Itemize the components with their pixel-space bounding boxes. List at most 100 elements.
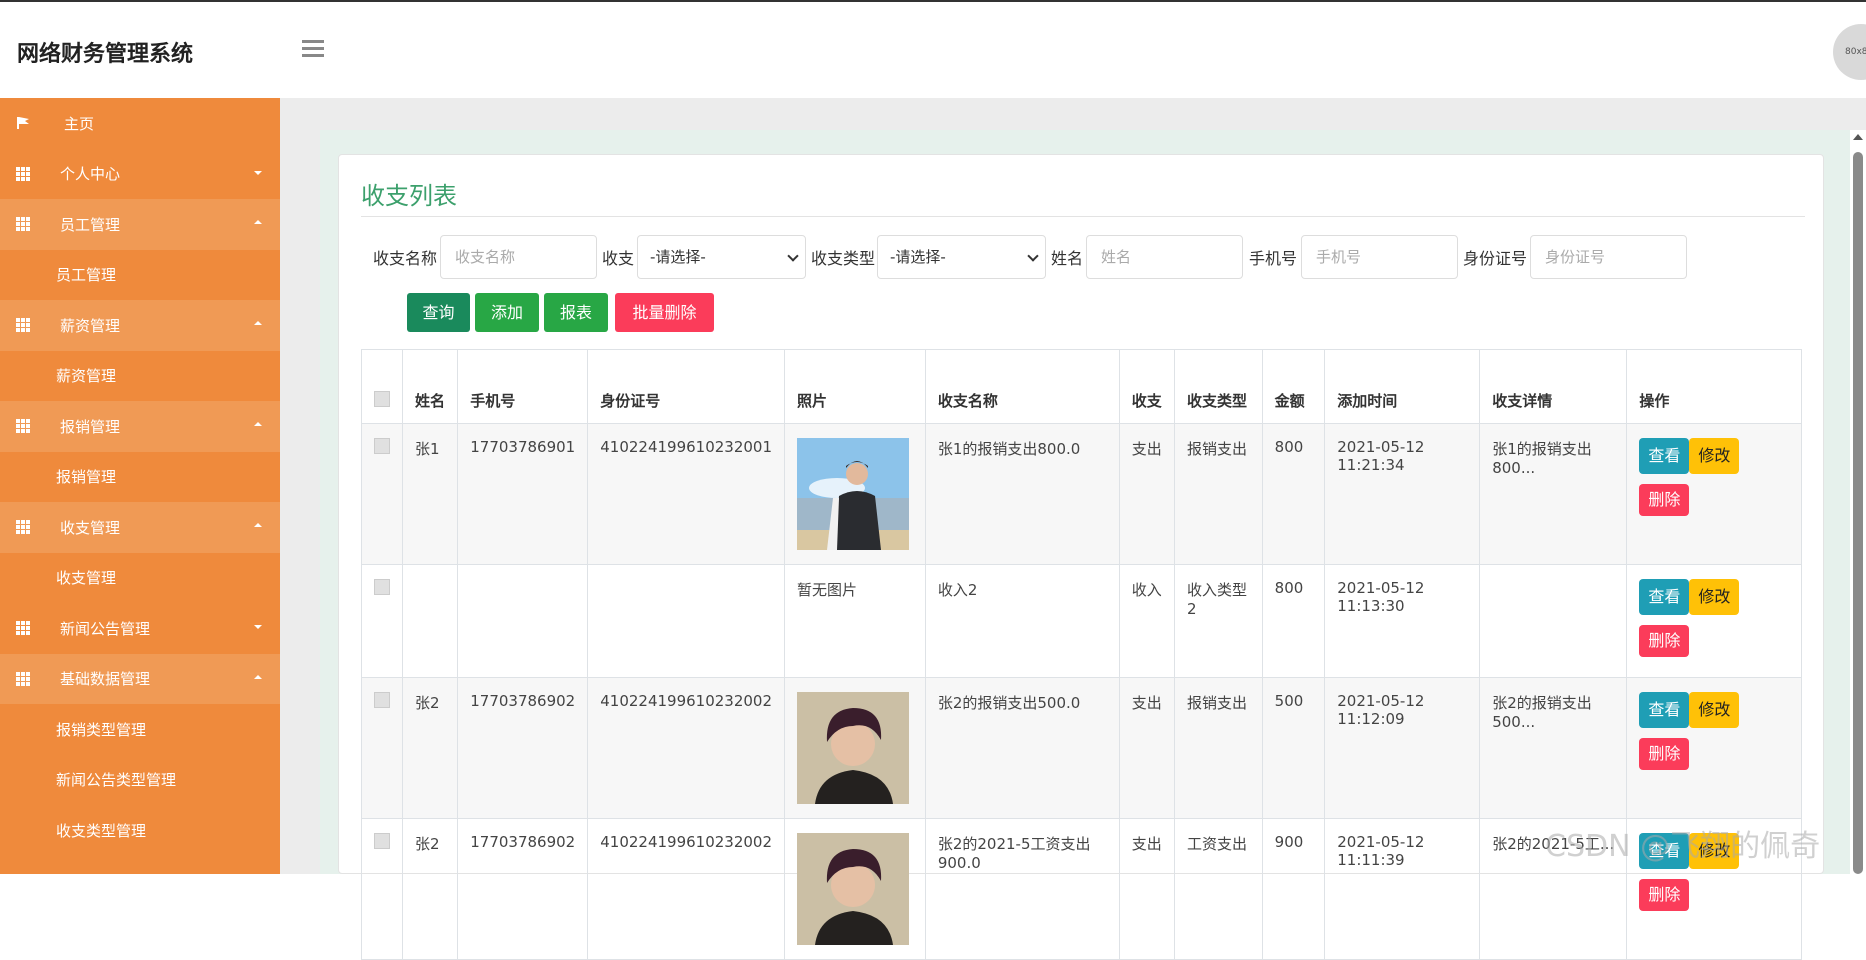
watermark: CSDN @飞翔的佩奇 xyxy=(1545,829,1821,864)
sidebar-subitem[interactable]: 收支类型管理 xyxy=(0,805,280,856)
select-cell[interactable] xyxy=(361,818,403,960)
filter-name-label: 收支名称 xyxy=(373,249,438,268)
col-header: 收支类型 xyxy=(1174,349,1263,424)
sidebar-subitem[interactable]: 员工管理 xyxy=(0,250,280,301)
sidebar-subitem[interactable]: 新闻公告类型管理 xyxy=(0,755,280,806)
select-cell[interactable] xyxy=(361,677,403,819)
vertical-scrollbar[interactable] xyxy=(1850,130,1866,874)
cell-text: 张2的2021-5工资支出900.0 xyxy=(937,835,1091,872)
sidebar-item[interactable]: 薪资管理 xyxy=(0,300,280,351)
filter-io-label: 收支 xyxy=(602,249,635,268)
cell-text: 2021-05-12 11:12:09 xyxy=(1337,692,1425,728)
edit-button[interactable]: 修改 xyxy=(1689,438,1740,474)
row-checkbox[interactable] xyxy=(374,579,390,595)
filter-phone-input[interactable]: 手机号 xyxy=(1301,235,1458,279)
type-cell: 报销支出 xyxy=(1174,677,1263,819)
edit-button[interactable]: 修改 xyxy=(1689,692,1740,728)
sidebar-subitem[interactable]: 收支管理 xyxy=(0,553,280,604)
sidebar-item-label: 新闻公告管理 xyxy=(60,619,151,638)
filter-io-select[interactable]: -请选择- xyxy=(637,235,806,279)
scroll-up-arrow-icon[interactable] xyxy=(1853,134,1863,140)
col-header: 收支详情 xyxy=(1479,349,1628,424)
sidebar-item[interactable]: 个人中心 xyxy=(0,149,280,200)
add-button[interactable]: 添加 xyxy=(475,293,539,332)
hamburger-menu-icon[interactable] xyxy=(302,40,324,57)
io-cell: 支出 xyxy=(1118,423,1176,565)
sidebar-subitem[interactable]: 薪资管理 xyxy=(0,351,280,402)
cell-text: 张1的报销支出800... xyxy=(1492,440,1592,477)
amount-cell: 900 xyxy=(1261,818,1326,960)
sidebar-item-label: 薪资管理 xyxy=(60,316,121,335)
delete-button[interactable]: 删除 xyxy=(1639,738,1690,770)
filter-type-value: -请选择- xyxy=(890,248,946,266)
sidebar-item[interactable]: 报销管理 xyxy=(0,401,280,452)
cell-text: 900 xyxy=(1274,833,1304,851)
sidebar-item[interactable]: 员工管理 xyxy=(0,199,280,250)
select-all-checkbox[interactable] xyxy=(374,391,390,407)
scrollbar-thumb[interactable] xyxy=(1853,152,1863,874)
select-cell[interactable] xyxy=(361,423,403,565)
detail-cell: 张1的报销支出800... xyxy=(1479,423,1628,565)
time-cell: 2021-05-12 11:11:39 xyxy=(1324,818,1481,960)
batch-delete-button[interactable]: 批量删除 xyxy=(615,293,714,332)
filter-id-label: 身份证号 xyxy=(1463,249,1528,268)
sidebar-item[interactable]: 基础数据管理 xyxy=(0,653,280,704)
id-cell xyxy=(587,564,786,678)
filter-id-input[interactable]: 身份证号 xyxy=(1530,235,1687,279)
view-button[interactable]: 查看 xyxy=(1639,692,1690,728)
cell-text: 支出 xyxy=(1131,835,1162,853)
caret-up-icon xyxy=(254,422,262,426)
view-button[interactable]: 查看 xyxy=(1639,579,1690,615)
sidebar-item-label: 报销类型管理 xyxy=(56,720,147,739)
row-checkbox[interactable] xyxy=(374,692,390,708)
cell-text: 工资支出 xyxy=(1187,835,1248,853)
phone-cell: 17703786902 xyxy=(457,818,589,960)
edit-button[interactable]: 修改 xyxy=(1689,579,1740,615)
title-cell: 张2的报销支出500.0 xyxy=(924,677,1120,819)
cell-text: 报销支出 xyxy=(1187,440,1248,458)
sidebar-subitem[interactable]: 报销类型管理 xyxy=(0,704,280,755)
select-cell[interactable] xyxy=(361,564,403,678)
ops-cell: 查看 修改删除 xyxy=(1626,564,1802,678)
sidebar-subitem[interactable]: 报销管理 xyxy=(0,452,280,503)
caret-down-icon xyxy=(254,625,262,629)
photo-image xyxy=(797,438,913,550)
select-all-header[interactable] xyxy=(361,349,403,424)
name-cell xyxy=(401,564,459,678)
sidebar-item-label: 个人中心 xyxy=(60,165,121,184)
sidebar-item[interactable]: 收支管理 xyxy=(0,502,280,553)
row-checkbox[interactable] xyxy=(374,438,390,454)
sidebar-item[interactable]: 主页 xyxy=(0,98,280,149)
cell-text: 410224199610232002 xyxy=(600,833,773,851)
query-button[interactable]: 查询 xyxy=(407,293,470,332)
cell-text: 17703786902 xyxy=(470,833,576,851)
type-cell: 工资支出 xyxy=(1174,818,1263,960)
sidebar-item[interactable]: 新闻公告管理 xyxy=(0,603,280,654)
caret-up-icon xyxy=(254,220,262,224)
io-cell: 支出 xyxy=(1118,677,1176,819)
delete-button[interactable]: 删除 xyxy=(1639,879,1690,911)
avatar[interactable]: 80x80 xyxy=(1833,24,1866,80)
row-checkbox[interactable] xyxy=(374,833,390,849)
amount-cell: 800 xyxy=(1261,564,1326,678)
view-button[interactable]: 查看 xyxy=(1639,438,1690,474)
photo-image xyxy=(797,692,913,804)
grid-icon xyxy=(16,520,30,535)
id-cell: 410224199610232002 xyxy=(587,677,786,819)
cell-text: 2021-05-12 11:21:34 xyxy=(1337,438,1425,474)
top-bar: 网络财务管理系统 80x80 xyxy=(0,2,1866,98)
sidebar-item-label: 收支管理 xyxy=(56,569,117,588)
title-cell: 张1的报销支出800.0 xyxy=(924,423,1120,565)
sidebar-item-label: 薪资管理 xyxy=(56,367,117,386)
filter-person-label: 姓名 xyxy=(1051,249,1084,268)
photo-cell xyxy=(784,818,926,960)
filter-name-input[interactable]: 收支名称 xyxy=(440,235,597,279)
delete-button[interactable]: 删除 xyxy=(1639,625,1690,657)
app-title: 网络财务管理系统 xyxy=(17,42,194,67)
report-button[interactable]: 报表 xyxy=(544,293,608,332)
table-row: 张1 17703786901 410224199610232001 张1的报销支出80… xyxy=(361,423,1802,565)
delete-button[interactable]: 删除 xyxy=(1639,484,1690,516)
filter-type-select[interactable]: -请选择- xyxy=(877,235,1046,279)
photo-cell xyxy=(784,423,926,565)
filter-person-input[interactable]: 姓名 xyxy=(1086,235,1243,279)
